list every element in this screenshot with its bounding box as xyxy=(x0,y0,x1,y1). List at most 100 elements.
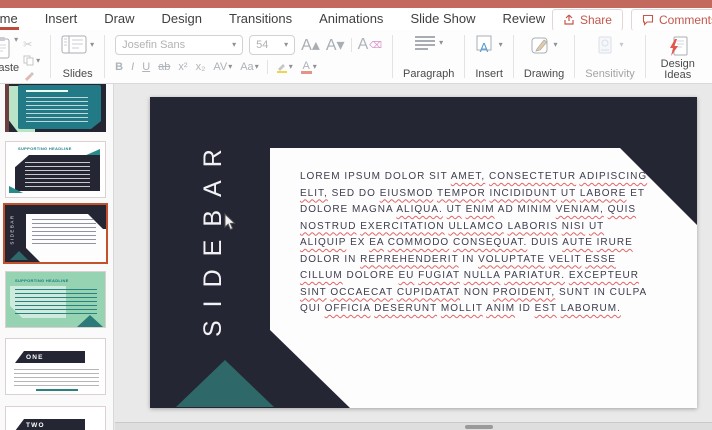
thumb2-teal-accent-top xyxy=(84,149,100,156)
drawing-group[interactable]: ▾ Drawing xyxy=(517,30,571,83)
tab-animations[interactable]: Animations xyxy=(318,9,384,30)
slides-dropdown-caret[interactable]: ▾ xyxy=(90,41,94,49)
underline-button[interactable]: U xyxy=(142,61,150,73)
text-box-icon: A xyxy=(476,35,496,55)
thumb2-navy-box xyxy=(15,155,100,191)
drawing-icon xyxy=(531,35,551,55)
design-ideas-group[interactable]: Design Ideas xyxy=(649,30,707,83)
paste-label: Paste xyxy=(0,63,19,74)
font-size-value: 54 xyxy=(256,39,268,51)
share-icon xyxy=(563,14,575,26)
thumb4-teal-triangle xyxy=(77,315,103,327)
thumb1-teal-box xyxy=(18,85,101,129)
slide-body-text[interactable]: LOREM IPSUM DOLOR SIT AMET, CONSECTETUR … xyxy=(300,169,652,318)
font-color-swatch xyxy=(301,71,312,74)
sensitivity-group: ▾ Sensitivity xyxy=(578,30,642,83)
slide-vertical-title[interactable]: SIDEBAR xyxy=(193,137,233,337)
share-button[interactable]: Share xyxy=(552,9,623,31)
insert-dropdown-caret[interactable]: ▾ xyxy=(499,41,503,49)
design-ideas-label: Design Ideas xyxy=(656,59,700,81)
thumb5-teal-rule xyxy=(36,389,78,391)
thumb4-title: SUPPORTING HEADLINE xyxy=(15,278,69,283)
tab-design[interactable]: Design xyxy=(161,9,203,30)
thumbnail-slide-2[interactable]: SUPPORTING HEADLINE xyxy=(5,141,106,198)
highlighter-icon xyxy=(276,61,288,73)
thumbnail-slide-5[interactable]: ONE xyxy=(5,338,106,395)
horizontal-scrollbar[interactable] xyxy=(115,422,712,430)
thumb6-banner: TWO xyxy=(15,419,85,430)
slide-editor[interactable]: SIDEBAR LOREM IPSUM DOLOR SIT AMET, CONS… xyxy=(150,97,697,408)
thumb5-banner: ONE xyxy=(15,351,85,363)
clipboard-icon xyxy=(0,36,12,60)
drawing-dropdown-caret[interactable]: ▾ xyxy=(554,41,558,49)
bold-button[interactable]: B xyxy=(115,61,123,73)
ribbon-toolbar: ▾ Paste ✂ ▾ ▾ Slides Josefi xyxy=(0,30,712,84)
thumbnail-slide-6[interactable]: TWO xyxy=(5,406,106,430)
slide-canvas-area: SIDEBAR LOREM IPSUM DOLOR SIT AMET, CONS… xyxy=(115,84,712,430)
clipboard-tools: ✂ ▾ xyxy=(23,36,40,81)
paste-dropdown-caret[interactable]: ▾ xyxy=(14,36,18,44)
cut-button[interactable]: ✂ xyxy=(23,38,40,51)
copy-button[interactable]: ▾ xyxy=(23,55,40,66)
slides-group[interactable]: ▾ Slides xyxy=(54,30,101,83)
format-painter-icon xyxy=(23,70,34,81)
paste-group: ▾ Paste ✂ ▾ xyxy=(0,30,47,83)
window-titlebar xyxy=(0,0,712,8)
new-slide-icon xyxy=(61,35,87,54)
scrollbar-handle[interactable] xyxy=(465,425,493,429)
paste-button[interactable]: ▾ Paste xyxy=(0,36,19,74)
decrease-font-size-button[interactable]: A▾ xyxy=(326,35,345,55)
mouse-cursor xyxy=(224,213,236,236)
scissors-icon: ✂ xyxy=(23,38,32,51)
design-ideas-icon xyxy=(667,35,689,59)
svg-text:A: A xyxy=(479,40,488,55)
insert-group[interactable]: A ▾ Insert xyxy=(468,30,510,83)
tab-insert[interactable]: Insert xyxy=(44,9,79,30)
tab-transitions[interactable]: Transitions xyxy=(228,9,293,30)
insert-label: Insert xyxy=(475,69,503,80)
font-name-value: Josefin Sans xyxy=(122,39,185,51)
highlight-color-button[interactable]: ▾ xyxy=(276,61,293,73)
tab-review[interactable]: Review xyxy=(501,9,546,30)
font-color-button[interactable]: A ▾ xyxy=(301,61,317,74)
comments-label: Comments xyxy=(659,13,712,27)
font-size-combobox[interactable]: 54 ▾ xyxy=(249,35,295,55)
font-name-combobox[interactable]: Josefin Sans ▾ xyxy=(115,35,243,55)
character-spacing-button[interactable]: AV▾ xyxy=(213,61,232,73)
slides-label: Slides xyxy=(63,69,93,80)
superscript-button[interactable]: x² xyxy=(178,61,187,73)
tab-draw[interactable]: Draw xyxy=(103,9,135,30)
thumbnail-slide-4[interactable]: SUPPORTING HEADLINE xyxy=(5,271,106,328)
thumb2-title: SUPPORTING HEADLINE xyxy=(18,146,72,151)
drawing-label: Drawing xyxy=(524,69,564,80)
thumb3-teal-triangle xyxy=(10,251,28,260)
comments-button[interactable]: Comments xyxy=(631,9,712,31)
thumbnail-slide-1[interactable] xyxy=(5,84,106,132)
subscript-button[interactable]: x₂ xyxy=(196,61,206,73)
paragraph-label: Paragraph xyxy=(403,69,454,80)
clear-formatting-button[interactable]: A⌫ xyxy=(358,36,382,54)
share-label: Share xyxy=(580,13,612,27)
thumb5-text-lines xyxy=(14,369,99,387)
paragraph-icon xyxy=(414,35,436,51)
tab-home[interactable]: Home xyxy=(0,9,19,30)
slide-teal-triangle xyxy=(176,360,274,407)
thumb6-title: TWO xyxy=(15,422,45,429)
thumbnail-slide-3-selected[interactable]: SIDEBAR xyxy=(3,203,108,264)
sensitivity-icon xyxy=(596,35,616,55)
menubar-actions: Share Comments xyxy=(552,9,712,31)
increase-font-size-button[interactable]: A▴ xyxy=(301,35,320,55)
slide-thumbnail-panel: SUPPORTING HEADLINE SIDEBAR SUPPORTING H… xyxy=(0,84,114,430)
font-group: Josefin Sans ▾ 54 ▾ A▴ A▾ A⌫ B I U ab x²… xyxy=(108,30,389,83)
menu-bar: Home Insert Draw Design Transitions Animation… xyxy=(0,8,712,30)
thumb1-maroon-band xyxy=(5,84,9,132)
change-case-button[interactable]: Aa▾ xyxy=(240,61,258,73)
sensitivity-label: Sensitivity xyxy=(585,69,635,80)
italic-button[interactable]: I xyxy=(131,61,134,73)
paragraph-dropdown-caret[interactable]: ▾ xyxy=(439,39,443,47)
copy-icon xyxy=(23,55,34,66)
strikethrough-button[interactable]: ab xyxy=(158,61,170,73)
paragraph-group[interactable]: ▾ Paragraph xyxy=(396,30,461,83)
format-painter-button[interactable] xyxy=(23,70,40,81)
tab-slide-show[interactable]: Slide Show xyxy=(409,9,476,30)
